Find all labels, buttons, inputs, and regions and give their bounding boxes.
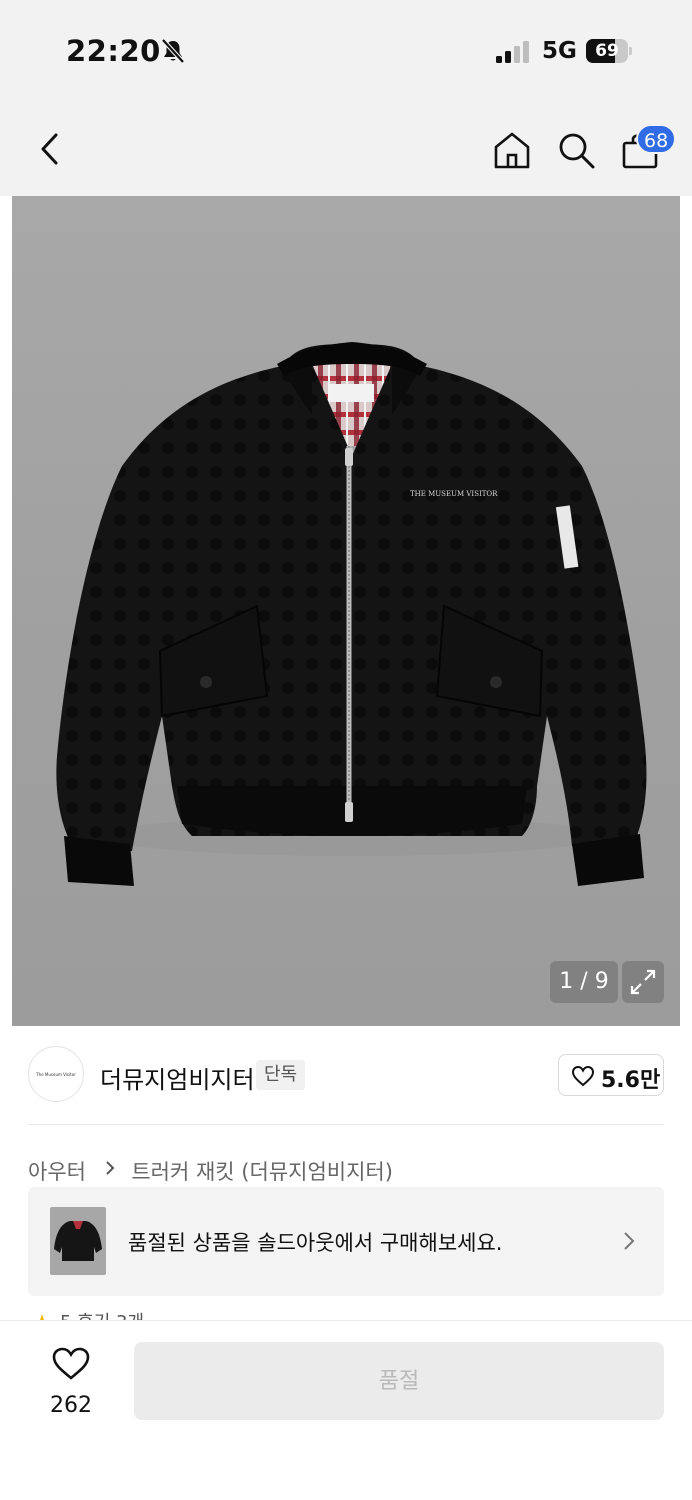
battery-icon: 69 — [586, 39, 632, 63]
breadcrumb-product: 트러커 재킷 (더뮤지엄비지터) — [131, 1160, 393, 1184]
heart-icon — [52, 1347, 90, 1380]
soldout-button[interactable]: 품절 — [134, 1342, 664, 1420]
image-counter: 1 / 9 — [550, 961, 618, 1003]
heart-icon — [571, 1065, 595, 1087]
brand-name[interactable]: 더뮤지엄비지터 — [100, 1060, 255, 1095]
product-image[interactable]: THE MUSEUM VISITOR 1 / 9 — [12, 196, 680, 1026]
bell-muted-icon — [161, 38, 185, 64]
battery-percent: 69 — [595, 41, 619, 61]
status-time: 22:20 — [66, 34, 161, 68]
home-icon[interactable] — [492, 130, 532, 170]
breadcrumb-category[interactable]: 아우터 — [28, 1156, 86, 1186]
chevron-right-icon — [624, 1232, 635, 1250]
network-label: 5G — [542, 38, 577, 64]
brand-row: The Museum Visitor 더뮤지엄비지터 단독 5.6만 — [0, 1026, 692, 1126]
top-nav — [0, 100, 692, 196]
chevron-right-icon — [105, 1161, 115, 1175]
soldout-message: 품절된 상품을 솔드아웃에서 구매해보세요. — [128, 1231, 503, 1255]
search-icon[interactable] — [556, 130, 596, 170]
soldout-thumbnail — [50, 1207, 106, 1275]
brand-logo[interactable]: The Museum Visitor — [28, 1046, 84, 1102]
cart-count-badge: 68 — [636, 124, 677, 154]
expand-icon[interactable] — [622, 961, 664, 1003]
brand-logo-text: The Museum Visitor — [36, 1072, 76, 1077]
jacket-illustration: THE MUSEUM VISITOR — [56, 342, 647, 886]
breadcrumb: 아우터 트러커 재킷 (더뮤지엄비지터) — [28, 1156, 393, 1184]
brand-like-count: 5.6만 — [601, 1068, 661, 1093]
chest-print-text: THE MUSEUM VISITOR — [410, 490, 498, 498]
signal-icon — [496, 41, 529, 63]
wishlist-button[interactable]: 262 — [34, 1341, 108, 1427]
soldout-banner[interactable]: 품절된 상품을 솔드아웃에서 구매해보세요. — [28, 1187, 664, 1296]
status-bar: 22:20 5G 69 — [0, 0, 692, 100]
divider — [28, 1124, 664, 1125]
wishlist-count: 262 — [50, 1393, 92, 1418]
bottom-action-bar: 262 품절 — [0, 1320, 692, 1500]
exclusive-badge: 단독 — [256, 1060, 306, 1090]
back-arrow-icon[interactable] — [34, 130, 68, 168]
brand-like-button[interactable]: 5.6만 — [558, 1054, 664, 1096]
